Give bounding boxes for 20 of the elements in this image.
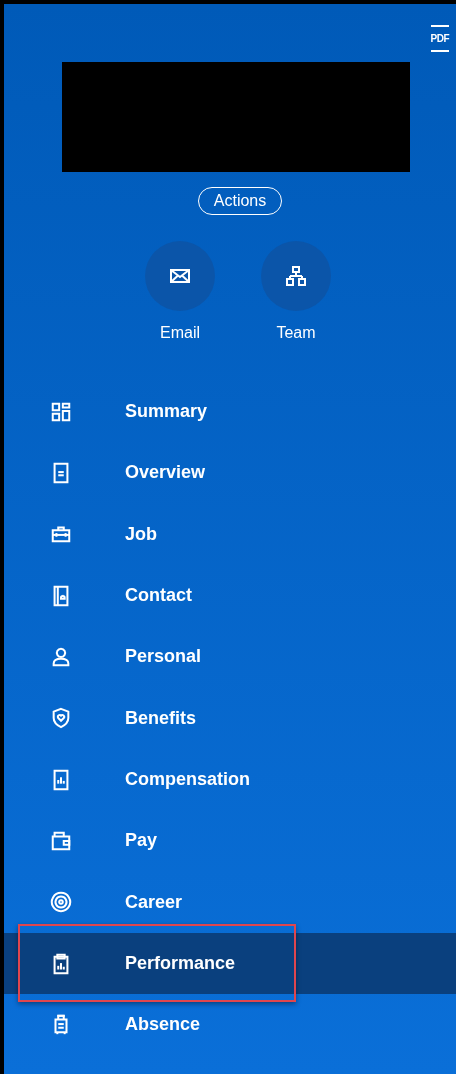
- grid-icon: [50, 400, 72, 423]
- nav-item[interactable]: Pay: [4, 810, 456, 872]
- nav-item[interactable]: Benefits: [4, 687, 456, 749]
- nav-item[interactable]: Personal: [4, 626, 456, 688]
- shield-icon: [50, 707, 72, 730]
- nav-item[interactable]: Job: [4, 503, 456, 565]
- nav-item[interactable]: Performance: [4, 932, 456, 995]
- nav-item[interactable]: Career: [4, 871, 456, 933]
- person-icon: [50, 645, 72, 668]
- pdf-export-button[interactable]: PDF: [430, 25, 449, 52]
- wallet-icon: [50, 829, 72, 852]
- nav-item[interactable]: Absence: [4, 994, 456, 1056]
- action-label: Email: [160, 324, 200, 342]
- nav-item[interactable]: Overview: [4, 442, 456, 504]
- action-label: Team: [276, 324, 316, 342]
- target-icon: [50, 891, 72, 914]
- nav-item[interactable]: Contact: [4, 565, 456, 627]
- nav-item[interactable]: Summary: [4, 381, 456, 443]
- org-chart-icon: [284, 264, 308, 288]
- nav-item[interactable]: Compensation: [4, 748, 456, 811]
